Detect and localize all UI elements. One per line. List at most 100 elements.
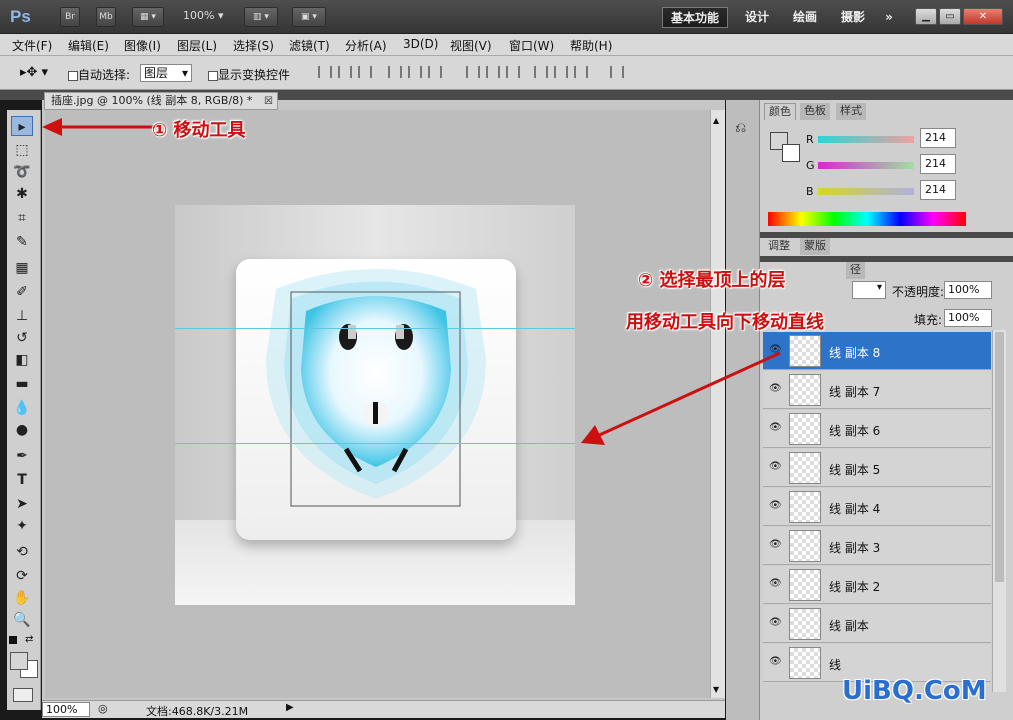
gradient-tool-icon[interactable]: ▬	[11, 374, 33, 394]
tab-adjustments[interactable]: 调整	[764, 238, 794, 255]
status-zoom-field[interactable]: 100%	[42, 702, 90, 717]
distribute-vcenter-icon[interactable]	[486, 66, 500, 78]
visibility-eye-icon[interactable]: 👁	[769, 462, 783, 472]
hand-tool-icon[interactable]: ✋	[11, 588, 33, 608]
align-left-icon[interactable]	[388, 66, 402, 78]
tab-color[interactable]: 颜色	[764, 103, 796, 120]
lasso-tool-icon[interactable]: ➰	[11, 162, 33, 182]
arrange-documents-button[interactable]: ▥ ▾	[244, 7, 278, 27]
workspace-photography[interactable]: 摄影	[834, 7, 872, 28]
bridge-button[interactable]: Br	[60, 7, 80, 27]
workspace-essentials[interactable]: 基本功能	[662, 7, 728, 28]
menu-edit[interactable]: 编辑(E)	[68, 37, 109, 54]
visibility-eye-icon[interactable]: 👁	[769, 501, 783, 511]
menu-3d[interactable]: 3D(D)	[403, 37, 438, 51]
tab-swatches[interactable]: 色板	[800, 103, 830, 120]
align-right-icon[interactable]	[428, 66, 442, 78]
move-tool-icon[interactable]: ▸	[11, 116, 33, 136]
menu-view[interactable]: 视图(V)	[450, 37, 492, 54]
scroll-down-icon[interactable]: ▼	[713, 685, 719, 694]
guide-line-lower[interactable]	[175, 443, 575, 444]
close-tab-icon[interactable]: ☒	[264, 94, 273, 110]
foreground-color-swatch[interactable]	[10, 652, 28, 670]
menu-window[interactable]: 窗口(W)	[509, 37, 554, 54]
pen-tool-icon[interactable]: ✒	[11, 446, 33, 466]
type-tool-icon[interactable]: T	[11, 470, 33, 490]
show-transform-checkbox[interactable]: 显示变换控件	[208, 66, 290, 83]
workspace-painting[interactable]: 绘画	[786, 7, 824, 28]
eraser-tool-icon[interactable]: ◧	[11, 350, 33, 370]
workspace-design[interactable]: 设计	[738, 7, 776, 28]
view-extras-button[interactable]: ▦ ▾	[132, 7, 164, 27]
auto-align-icon[interactable]	[610, 66, 624, 78]
clone-stamp-tool-icon[interactable]: ⊥	[11, 306, 33, 326]
align-top-icon[interactable]	[318, 66, 332, 78]
menu-layer[interactable]: 图层(L)	[177, 37, 217, 54]
layer-row[interactable]: 👁 线 副本 4	[763, 488, 991, 526]
visibility-eye-icon[interactable]: 👁	[769, 579, 783, 589]
visibility-eye-icon[interactable]: 👁	[769, 657, 783, 667]
channel-g-slider[interactable]	[818, 162, 914, 169]
healing-brush-tool-icon[interactable]: ▦	[11, 258, 33, 278]
eyedropper-tool-icon[interactable]: ✎	[11, 232, 33, 252]
color-spectrum-bar[interactable]	[768, 212, 966, 226]
opacity-input[interactable]: 100%	[944, 281, 992, 299]
panel-background-swatch[interactable]	[782, 144, 800, 162]
status-info-icon[interactable]: ◎	[98, 702, 108, 715]
channel-b-input[interactable]: 214	[920, 180, 956, 200]
layer-row[interactable]: 👁 线 副本 6	[763, 410, 991, 448]
visibility-eye-icon[interactable]: 👁	[769, 618, 783, 628]
default-colors-icon[interactable]	[9, 636, 17, 644]
tab-masks[interactable]: 蒙版	[800, 238, 830, 255]
menu-filter[interactable]: 滤镜(T)	[289, 37, 330, 54]
shape-tool-icon[interactable]: ✦	[11, 516, 33, 536]
screen-mode-button[interactable]: ▣ ▾	[292, 7, 326, 27]
menu-analysis[interactable]: 分析(A)	[345, 37, 387, 54]
channel-g-input[interactable]: 214	[920, 154, 956, 174]
layer-row[interactable]: 👁 线 副本 7	[763, 371, 991, 409]
menu-help[interactable]: 帮助(H)	[570, 37, 612, 54]
channel-b-slider[interactable]	[818, 188, 914, 195]
minimize-button[interactable]: ▁	[915, 8, 937, 25]
zoom-level-dropdown[interactable]: 100% ▾	[183, 9, 223, 22]
path-select-tool-icon[interactable]: ➤	[11, 494, 33, 514]
dodge-tool-icon[interactable]: ●	[11, 420, 33, 440]
visibility-eye-icon[interactable]: 👁	[769, 540, 783, 550]
menu-image[interactable]: 图像(I)	[124, 37, 161, 54]
swap-colors-icon[interactable]: ⇄	[25, 634, 33, 645]
auto-select-checkbox[interactable]: 自动选择:	[68, 66, 130, 83]
3d-orbit-tool-icon[interactable]: ⟳	[11, 566, 33, 586]
distribute-top-icon[interactable]	[466, 66, 480, 78]
close-button[interactable]: ✕	[963, 8, 1003, 25]
tab-styles[interactable]: 样式	[836, 103, 866, 120]
layer-row[interactable]: 👁 线 副本 5	[763, 449, 991, 487]
quick-select-tool-icon[interactable]: ✱	[11, 184, 33, 204]
distribute-hcenter-icon[interactable]	[554, 66, 568, 78]
align-bottom-icon[interactable]	[358, 66, 372, 78]
quick-mask-icon[interactable]	[13, 688, 33, 702]
layer-row[interactable]: 👁 线 副本	[763, 605, 991, 643]
channel-r-slider[interactable]	[818, 136, 914, 143]
align-vcenter-icon[interactable]	[338, 66, 352, 78]
distribute-left-icon[interactable]	[534, 66, 548, 78]
menu-file[interactable]: 文件(F)	[12, 37, 52, 54]
scroll-up-icon[interactable]: ▲	[713, 116, 719, 125]
status-menu-arrow-icon[interactable]: ▶	[286, 702, 294, 713]
history-panel-icon[interactable]: ⎌	[735, 120, 746, 136]
layer-row[interactable]: 👁 线 副本 3	[763, 527, 991, 565]
blur-tool-icon[interactable]: 💧	[11, 398, 33, 418]
menu-select[interactable]: 选择(S)	[233, 37, 274, 54]
history-brush-tool-icon[interactable]: ↺	[11, 328, 33, 348]
crop-tool-icon[interactable]: ⌗	[11, 208, 33, 228]
fill-input[interactable]: 100%	[944, 309, 992, 327]
minibridge-button[interactable]: Mb	[96, 7, 116, 27]
distribute-right-icon[interactable]	[574, 66, 588, 78]
3d-rotate-tool-icon[interactable]: ⟲	[11, 542, 33, 562]
brush-tool-icon[interactable]: ✐	[11, 282, 33, 302]
layer-row[interactable]: 👁 线 副本 2	[763, 566, 991, 604]
move-tool-preset-icon[interactable]: ▸✥ ▾	[20, 65, 48, 80]
document-tab[interactable]: 插座.jpg @ 100% (线 副本 8, RGB/8) * ☒	[44, 92, 278, 110]
guide-line-upper[interactable]	[175, 328, 575, 329]
maximize-button[interactable]: ▭	[939, 8, 961, 25]
distribute-bottom-icon[interactable]	[506, 66, 520, 78]
